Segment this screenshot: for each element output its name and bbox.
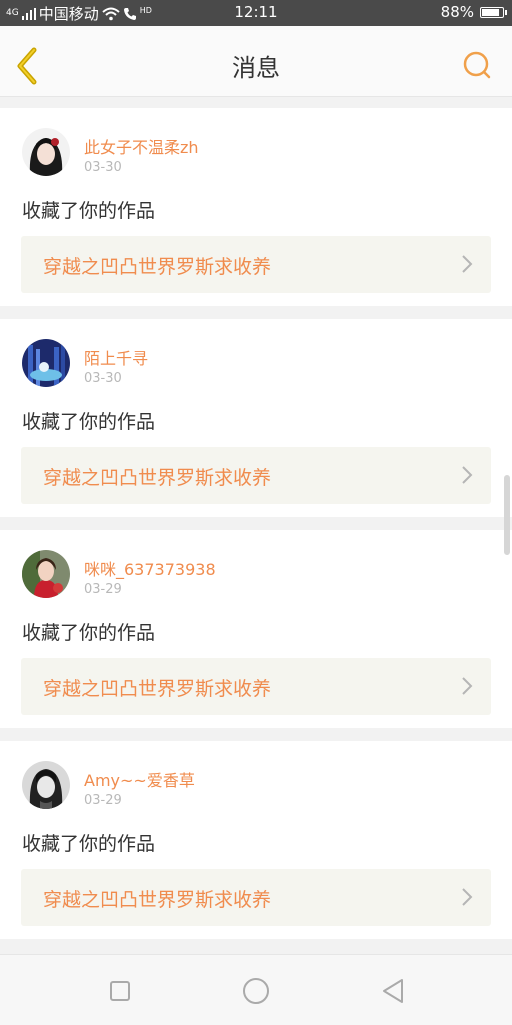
search-icon[interactable] [462,50,492,80]
username[interactable]: Amy~~爱香草 [84,767,195,791]
battery-icon [480,6,507,18]
avatar[interactable] [22,339,70,387]
message-date: 03-30 [84,371,122,386]
message-action: 收藏了你的作品 [22,200,156,222]
username[interactable]: 陌上千寻 [84,345,148,369]
avatar[interactable] [22,128,70,176]
chevron-right-icon [462,677,473,695]
work-link[interactable]: 穿越之凹凸世界罗斯求收养 [21,658,491,715]
work-title: 穿越之凹凸世界罗斯求收养 [43,256,272,278]
chevron-right-icon [462,255,473,273]
message-date: 03-29 [84,582,122,597]
work-title: 穿越之凹凸世界罗斯求收养 [43,467,272,489]
work-link[interactable]: 穿越之凹凸世界罗斯求收养 [21,236,491,293]
message-action: 收藏了你的作品 [22,622,156,644]
message-date: 03-30 [84,160,122,175]
app-header: 消息 [0,26,512,97]
chevron-right-icon [462,466,473,484]
work-title: 穿越之凹凸世界罗斯求收养 [43,889,272,911]
message-action: 收藏了你的作品 [22,411,156,433]
work-link[interactable]: 穿越之凹凸世界罗斯求收养 [21,869,491,926]
chevron-right-icon [462,888,473,906]
message-card: 此女子不温柔zh 03-30 收藏了你的作品 穿越之凹凸世界罗斯求收养 [0,108,512,306]
home-icon[interactable] [240,975,272,1007]
battery-percent: 88% [440,3,474,21]
scrollbar[interactable] [504,475,510,555]
message-action: 收藏了你的作品 [22,833,156,855]
username[interactable]: 此女子不温柔zh [84,134,199,158]
message-card: 陌上千寻 03-30 收藏了你的作品 穿越之凹凸世界罗斯求收养 [0,319,512,517]
message-card: 咪咪_637373938 03-29 收藏了你的作品 穿越之凹凸世界罗斯求收养 [0,530,512,728]
work-link[interactable]: 穿越之凹凸世界罗斯求收养 [21,447,491,504]
avatar[interactable] [22,761,70,809]
page-title: 消息 [232,54,280,82]
clock: 12:11 [234,3,278,21]
work-title: 穿越之凹凸世界罗斯求收养 [43,678,272,700]
message-list: 此女子不温柔zh 03-30 收藏了你的作品 穿越之凹凸世界罗斯求收养 陌上千寻… [0,108,512,952]
system-nav-bar [0,954,512,1025]
message-date: 03-29 [84,793,122,808]
back-nav-icon[interactable] [378,975,410,1007]
recent-apps-icon[interactable] [104,975,136,1007]
avatar[interactable] [22,550,70,598]
username[interactable]: 咪咪_637373938 [84,556,216,580]
message-card: Amy~~爱香草 03-29 收藏了你的作品 穿越之凹凸世界罗斯求收养 [0,741,512,939]
status-bar: 4G 中国移动 HD 12:11 88% [0,0,512,26]
